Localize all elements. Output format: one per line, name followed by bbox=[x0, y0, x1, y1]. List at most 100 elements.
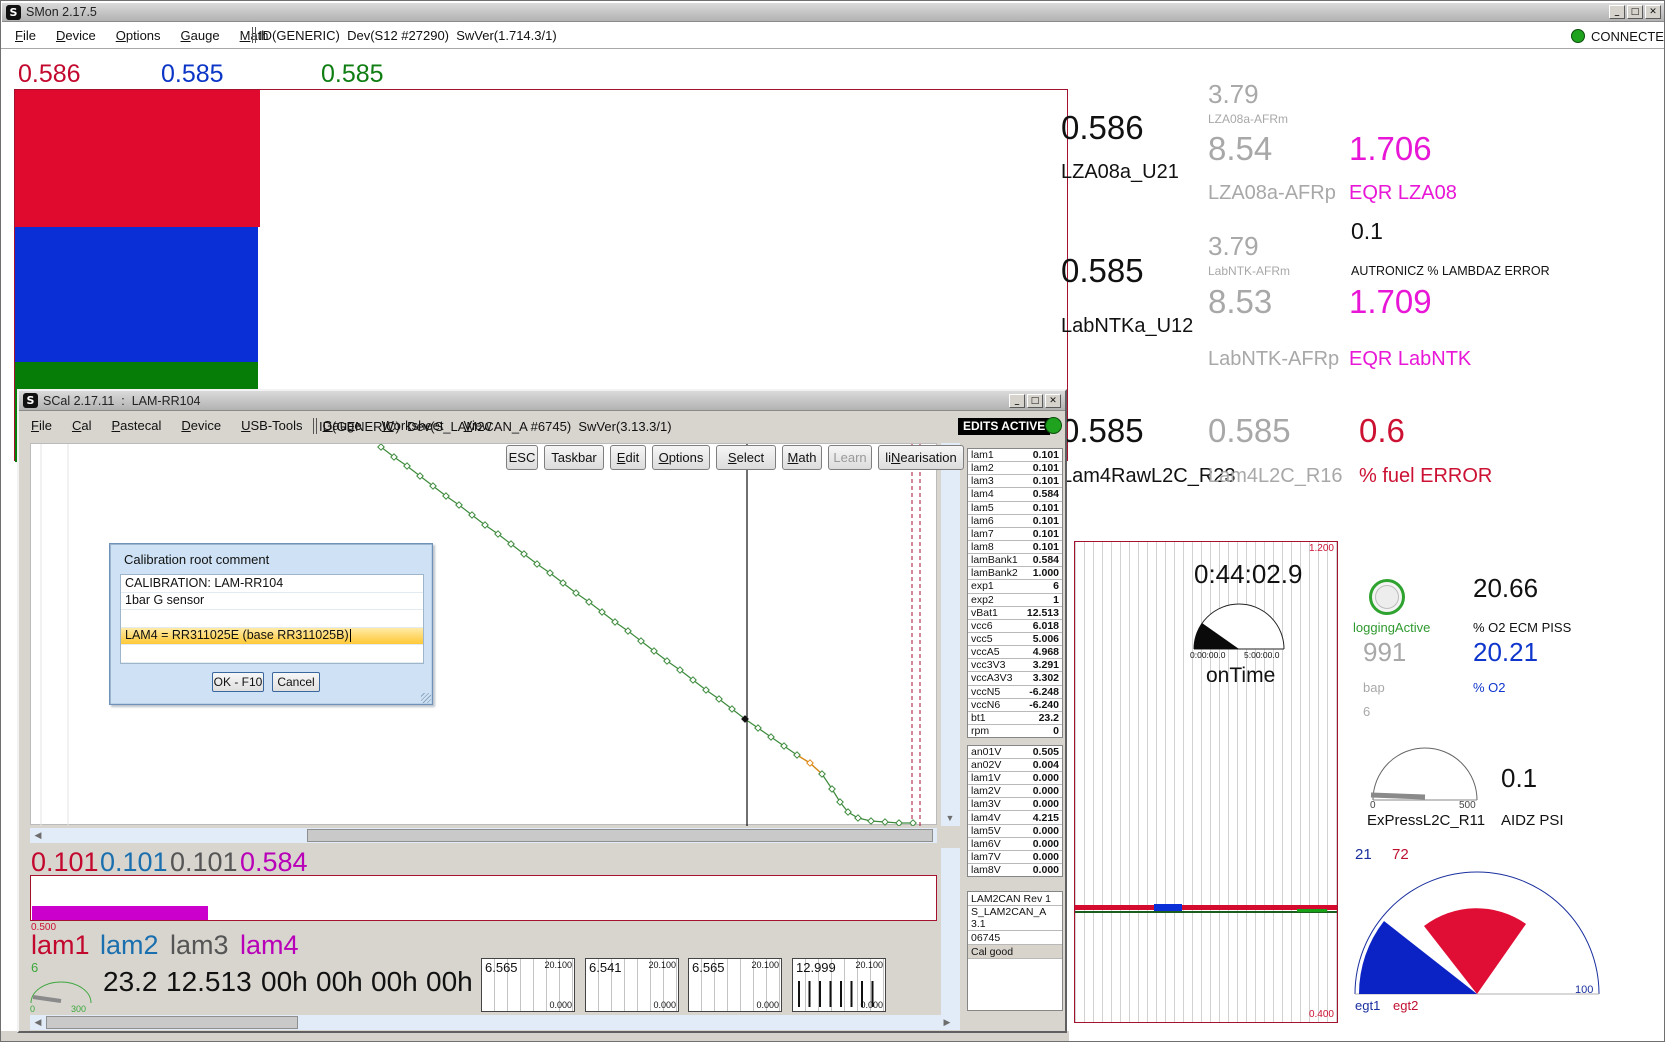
watch-row[interactable]: lam8V0.000 bbox=[968, 864, 1062, 876]
menu-cal[interactable]: Cal bbox=[62, 415, 102, 436]
watch-row[interactable]: lamBank21.000 bbox=[968, 567, 1062, 580]
text-caret bbox=[350, 629, 352, 642]
close-icon[interactable]: ✕ bbox=[1645, 5, 1661, 19]
comment-line-2[interactable]: 1bar G sensor bbox=[121, 593, 423, 611]
math-button[interactable]: Math bbox=[782, 445, 822, 470]
desktop: S SMon 2.17.5 _ □ ✕ FileDeviceOptionsGau… bbox=[0, 0, 1665, 1042]
mini-chart-1: 6.56520.1000.000 bbox=[481, 958, 575, 1012]
watch-row[interactable]: lam1V0.000 bbox=[968, 772, 1062, 785]
options-button[interactable]: Options bbox=[652, 445, 710, 470]
menu-pastecal[interactable]: Pastecal bbox=[101, 415, 171, 436]
edit-button[interactable]: Edit bbox=[610, 445, 646, 470]
menu-device[interactable]: Device bbox=[171, 415, 231, 436]
comment-lines: CALIBRATION: LAM-RR1041bar G sensor LAM4 … bbox=[120, 574, 424, 664]
watch-row[interactable]: vccA3V33.302 bbox=[968, 672, 1062, 685]
watch-row[interactable]: lamBank10.584 bbox=[968, 554, 1062, 567]
smon-device-info: ID(GENERIC) Dev(S12 #27290) SwVer(1.714.… bbox=[259, 29, 557, 43]
scroll-left-icon[interactable]: ◀ bbox=[31, 829, 45, 842]
device-box-empty bbox=[968, 959, 1062, 1010]
express-scale-max: 500 bbox=[1459, 801, 1476, 812]
trend-ymin-label: 0.400 bbox=[1309, 1010, 1334, 1021]
watch-row[interactable]: lam7V0.000 bbox=[968, 851, 1062, 864]
scal-window-title: SCal 2.17.11 : LAM-RR104 bbox=[43, 394, 200, 408]
watch-row[interactable]: lam80.101 bbox=[968, 541, 1062, 554]
egt2-value: 72 bbox=[1392, 847, 1409, 863]
watch-row[interactable]: lam50.101 bbox=[968, 502, 1062, 515]
minimize-icon[interactable]: _ bbox=[1009, 394, 1025, 408]
scrollbar-thumb[interactable] bbox=[307, 829, 933, 842]
watch-row[interactable]: rpm0 bbox=[968, 725, 1062, 737]
watch-row[interactable]: exp21 bbox=[968, 594, 1062, 607]
lza08a-afrp-label: LZA08a-AFRp bbox=[1208, 183, 1336, 204]
chart-vscrollbar[interactable]: ▲ ▼ bbox=[941, 443, 960, 826]
lambda2-bar bbox=[15, 227, 258, 362]
watch-row[interactable]: lam60.101 bbox=[968, 515, 1062, 528]
menu-device[interactable]: Device bbox=[46, 25, 106, 46]
learn-button[interactable]: Learn bbox=[828, 445, 872, 470]
menu-file[interactable]: File bbox=[21, 415, 62, 436]
scal-window: S SCal 2.17.11 : LAM-RR104 _ □ ✕ FileCal… bbox=[17, 389, 1067, 1033]
comment-line-4[interactable]: LAM4 = RR311025E (base RR311025B) bbox=[121, 628, 423, 646]
watch-row[interactable]: vBat112.513 bbox=[968, 607, 1062, 620]
express-label: ExPressL2C_R11 bbox=[1367, 813, 1485, 829]
scal-titlebar[interactable]: S SCal 2.17.11 : LAM-RR104 bbox=[19, 391, 1065, 411]
watch-row[interactable]: vccN5-6.248 bbox=[968, 686, 1062, 699]
ontime-value: 0:44:02.9 bbox=[1194, 561, 1302, 588]
comment-line-5[interactable] bbox=[121, 645, 423, 663]
watch-row[interactable]: lam40.584 bbox=[968, 488, 1062, 501]
scroll-left-icon[interactable]: ◀ bbox=[31, 1016, 45, 1029]
scrollbar-thumb[interactable] bbox=[46, 1016, 298, 1029]
watch-row[interactable]: lam70.101 bbox=[968, 528, 1062, 541]
lower-vscrollbar[interactable]: ▼ bbox=[941, 848, 960, 1030]
menu-file[interactable]: File bbox=[5, 25, 46, 46]
close-icon[interactable]: ✕ bbox=[1045, 394, 1061, 408]
watch-row[interactable]: vcc3V33.291 bbox=[968, 659, 1062, 672]
eqr-lza08-value: 1.706 bbox=[1349, 132, 1432, 167]
bottom-hscrollbar[interactable]: ◀ ▶ bbox=[30, 1015, 955, 1030]
watch-row[interactable]: lam5V0.000 bbox=[968, 825, 1062, 838]
watch-row[interactable]: lam20.101 bbox=[968, 462, 1062, 475]
watch-row[interactable]: lam30.101 bbox=[968, 475, 1062, 488]
cancel-button[interactable]: Cancel bbox=[272, 672, 320, 692]
device-box-row: LAM2CAN Rev 1 bbox=[968, 892, 1062, 906]
smon-titlebar[interactable]: S SMon 2.17.5 bbox=[2, 3, 1664, 22]
watch-row[interactable]: lam10.101 bbox=[968, 449, 1062, 462]
watch-row[interactable]: lam2V0.000 bbox=[968, 785, 1062, 798]
menu-gauge[interactable]: Gauge bbox=[171, 25, 230, 46]
esc-button[interactable]: ESC bbox=[506, 445, 538, 470]
menu-usb-tools[interactable]: USB-Tools bbox=[231, 415, 312, 436]
comment-line-1[interactable]: CALIBRATION: LAM-RR104 bbox=[121, 575, 423, 593]
mini-gauge bbox=[29, 971, 93, 1005]
scroll-down-icon[interactable]: ▼ bbox=[943, 812, 957, 825]
mini-gauge-min: 0 bbox=[30, 1005, 35, 1014]
o2-label: % O2 bbox=[1473, 681, 1506, 695]
maximize-icon[interactable]: □ bbox=[1627, 5, 1643, 19]
menu-options[interactable]: Options bbox=[106, 25, 171, 46]
egt2-label: egt2 bbox=[1393, 999, 1418, 1013]
chart-hscrollbar[interactable]: ◀ bbox=[30, 828, 937, 843]
watch-row[interactable]: vcc66.018 bbox=[968, 620, 1062, 633]
watch-row[interactable]: lam6V0.000 bbox=[968, 838, 1062, 851]
watch-row[interactable]: vcc55.006 bbox=[968, 633, 1062, 646]
mini-chart-4: 12.99920.1000.000 bbox=[792, 958, 886, 1012]
o2ecm-value: 20.66 bbox=[1473, 575, 1538, 602]
linearisation-button[interactable]: liNearisation bbox=[878, 445, 964, 470]
minimize-icon[interactable]: _ bbox=[1609, 5, 1625, 19]
scal-device-info: ID(GENERIC) Dev(S_LAM2CAN_A #6745) SwVer… bbox=[319, 420, 672, 434]
select-button[interactable]: Select bbox=[716, 445, 776, 470]
watch-row[interactable]: lam3V0.000 bbox=[968, 798, 1062, 811]
scroll-right-icon[interactable]: ▶ bbox=[940, 1016, 954, 1029]
watch-row[interactable]: an01V0.505 bbox=[968, 746, 1062, 759]
watch-row[interactable]: exp16 bbox=[968, 580, 1062, 593]
watch-row[interactable]: vccA54.968 bbox=[968, 646, 1062, 659]
bap-value: 991 bbox=[1363, 639, 1406, 666]
ok-button[interactable]: OK - F10 bbox=[212, 672, 264, 692]
maximize-icon[interactable]: □ bbox=[1027, 394, 1043, 408]
watch-row[interactable]: lam4V4.215 bbox=[968, 811, 1062, 824]
watch-row[interactable]: bt123.2 bbox=[968, 712, 1062, 725]
resize-grip[interactable] bbox=[421, 693, 431, 703]
comment-line-3[interactable] bbox=[121, 610, 423, 628]
watch-row[interactable]: an02V0.004 bbox=[968, 759, 1062, 772]
taskbar-button[interactable]: Taskbar bbox=[544, 445, 604, 470]
watch-row[interactable]: vccN6-6.240 bbox=[968, 699, 1062, 712]
